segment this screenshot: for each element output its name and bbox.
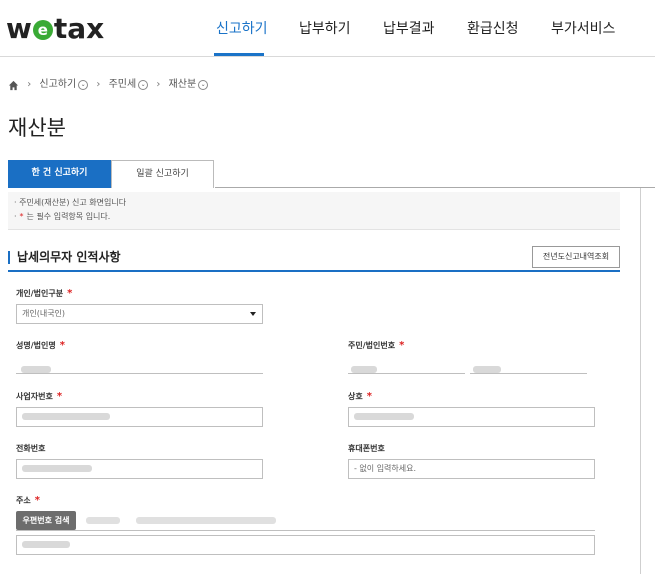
notice-line-1: · 주민세(재산분) 신고 화면입니다: [14, 198, 127, 207]
notice-box: · 주민세(재산분) 신고 화면입니다 · * 는 필수 입력항목 입니다.: [8, 192, 620, 230]
taxpayer-type-label: 개인/법인구분 *: [16, 288, 73, 299]
notice-line-2: · * 는 필수 입력항목 입니다.: [14, 212, 111, 221]
resident-id-label: 주민/법인번호 *: [348, 340, 405, 351]
name-label: 성명/법인명 *: [16, 340, 65, 351]
resident-id-back-field[interactable]: [470, 356, 587, 374]
phone-input[interactable]: [16, 459, 263, 479]
nav-item-payment[interactable]: 납부하기: [299, 18, 351, 40]
phone-label: 전화번호: [16, 444, 46, 453]
home-icon[interactable]: [8, 80, 19, 91]
previous-year-history-button[interactable]: 전년도신고내역조회: [532, 246, 620, 268]
nav-item-extra-services[interactable]: 부가서비스: [551, 18, 615, 40]
caret-down-icon: [250, 312, 256, 316]
page-title: 재산분: [8, 116, 66, 140]
nav-item-payment-result[interactable]: 납부결과: [383, 18, 435, 40]
nav-item-refund[interactable]: 환급신청: [467, 18, 519, 40]
required-star: *: [19, 212, 24, 221]
nav-item-file-return[interactable]: 신고하기: [216, 18, 268, 40]
breadcrumb-item-file-return[interactable]: 신고하기: [39, 79, 76, 90]
breadcrumb-separator: ›: [96, 79, 101, 90]
breadcrumb-separator: ›: [27, 79, 32, 90]
section-rule: [8, 270, 620, 272]
address-label: 주소 *: [16, 495, 40, 506]
breadcrumb-separator: ›: [156, 79, 161, 90]
address-detail-input[interactable]: [16, 535, 595, 555]
breadcrumb-item-resident-tax[interactable]: 주민세: [109, 79, 137, 90]
mobile-input[interactable]: - 없이 입력하세요.: [348, 459, 595, 479]
mobile-label: 휴대폰번호: [348, 444, 385, 453]
address-rule: [16, 512, 595, 531]
chevron-down-icon[interactable]: ⌄: [198, 80, 209, 90]
filing-tabs: 한 건 신고하기 일괄 신고하기: [8, 160, 655, 188]
section-title: 납세의무자 인적사항: [8, 251, 121, 264]
resident-id-front-field[interactable]: [348, 356, 465, 374]
site-header: w e tax 신고하기 납부하기 납부결과 환급신청 부가서비스: [0, 0, 655, 57]
trade-name-input[interactable]: [348, 407, 595, 427]
chevron-down-icon[interactable]: ⌄: [78, 80, 89, 90]
tab-divider: [215, 187, 655, 188]
business-number-input[interactable]: [16, 407, 263, 427]
taxpayer-type-select[interactable]: 개인(내국인): [16, 304, 263, 324]
active-nav-underline: [214, 53, 264, 56]
business-number-label: 사업자번호 *: [16, 391, 63, 402]
breadcrumb-item-property[interactable]: 재산분: [169, 79, 197, 90]
main-nav: 신고하기 납부하기 납부결과 환급신청 부가서비스: [0, 18, 655, 56]
name-field[interactable]: [16, 356, 263, 374]
tab-bulk-filing[interactable]: 일괄 신고하기: [111, 160, 214, 188]
content-right-border: [640, 188, 641, 574]
tab-single-filing[interactable]: 한 건 신고하기: [8, 160, 111, 188]
chevron-down-icon[interactable]: ⌄: [138, 80, 149, 90]
breadcrumb: › 신고하기 ⌄ › 주민세 ⌄ › 재산분 ⌄: [8, 78, 209, 93]
trade-name-label: 상호 *: [348, 391, 372, 402]
